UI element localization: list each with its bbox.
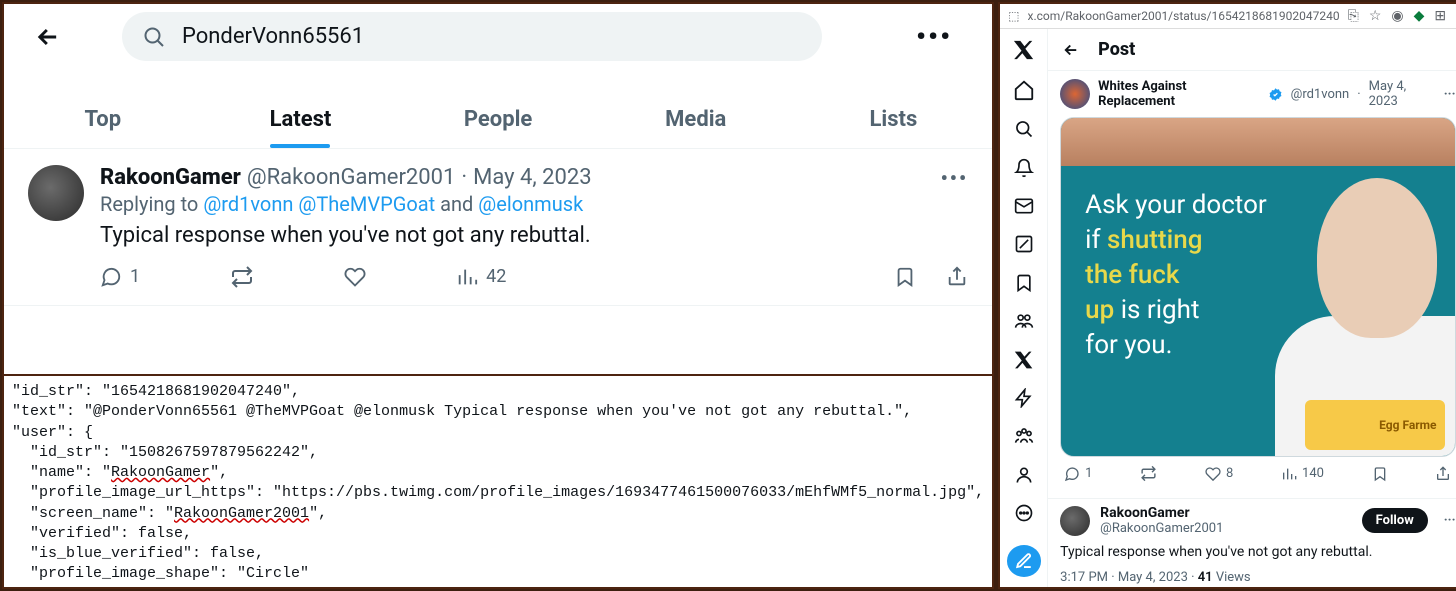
grok-icon[interactable] (1013, 234, 1035, 254)
retweet-button[interactable] (230, 265, 254, 289)
reply-button[interactable]: 1 (100, 266, 140, 288)
views-button[interactable]: 42 (456, 266, 506, 288)
parent-share-button[interactable] (1435, 466, 1451, 482)
more-nav-icon[interactable] (1013, 503, 1035, 523)
post-back-arrow[interactable] (1062, 41, 1080, 59)
search-nav-icon[interactable] (1013, 119, 1035, 139)
install-icon[interactable]: ⎘ (1348, 8, 1359, 24)
json-code-block: "id_str": "1654218681902047240", "text":… (4, 374, 992, 587)
parent-reply-button[interactable]: 1 (1064, 466, 1092, 482)
parent-more-icon[interactable]: ··· (1444, 87, 1456, 102)
premium-icon[interactable] (1013, 349, 1035, 369)
tweet-text: Typical response when you've not got any… (100, 222, 968, 251)
browser-url-bar[interactable]: ⬚ x.com/RakoonGamer2001/status/165421868… (1000, 4, 1456, 29)
extension-icon[interactable]: ◆ (1414, 8, 1425, 24)
bell-icon[interactable] (1013, 157, 1035, 177)
reply-post: RakoonGamer @RakoonGamer2001 Follow ··· … (1048, 498, 1456, 587)
follow-button[interactable]: Follow (1362, 508, 1428, 533)
parent-post: Whites Against Replacement @rd1vonn · Ma… (1048, 71, 1456, 498)
reply-timestamp[interactable]: 3:17 PM · May 4, 2023 · 41 Views (1060, 570, 1455, 585)
parent-date[interactable]: May 4, 2023 (1369, 79, 1436, 109)
share-button[interactable] (946, 266, 968, 288)
search-query: PonderVonn65561 (182, 24, 364, 49)
reply-text: Typical response when you've not got any… (1060, 544, 1455, 560)
tweet-author-name[interactable]: RakoonGamer (100, 165, 241, 190)
tab-people[interactable]: People (399, 91, 597, 148)
tweet-result[interactable]: RakoonGamer @RakoonGamer2001 · May 4, 20… (4, 149, 992, 306)
puzzle-icon[interactable]: ⊞ (1434, 8, 1446, 24)
tab-media[interactable]: Media (597, 91, 795, 148)
tab-lists[interactable]: Lists (795, 91, 993, 148)
communities-icon[interactable] (1013, 311, 1035, 331)
more-icon[interactable]: ••• (916, 20, 952, 53)
camera-icon[interactable]: ◉ (1391, 8, 1403, 24)
url-text: x.com/RakoonGamer2001/status/16542186819… (1028, 9, 1340, 23)
separator-dot: · (461, 165, 467, 190)
mention-link[interactable]: @elonmusk (478, 192, 583, 216)
mention-link[interactable]: @rd1vonn @TheMVPGoat (203, 192, 435, 216)
tweet-author-handle[interactable]: @RakoonGamer2001 (247, 165, 456, 190)
home-icon[interactable] (1013, 79, 1035, 101)
like-button[interactable] (344, 266, 366, 288)
search-tabs: Top Latest People Media Lists (4, 91, 992, 149)
x-logo-icon[interactable] (1013, 39, 1035, 61)
page-title: Post (1098, 39, 1135, 60)
profile-icon[interactable] (1013, 465, 1035, 485)
image-brand-label: Egg Farme (1305, 400, 1445, 450)
star-icon[interactable]: ☆ (1369, 8, 1382, 24)
parent-avatar[interactable] (1060, 79, 1090, 109)
compose-button[interactable] (1007, 545, 1041, 577)
reply-more-icon[interactable]: ··· (1444, 513, 1456, 528)
parent-retweet-button[interactable] (1140, 465, 1157, 482)
search-icon (142, 25, 166, 49)
parent-like-button[interactable]: 8 (1205, 466, 1233, 482)
bookmark-nav-icon[interactable] (1013, 273, 1035, 293)
bolt-icon[interactable] (1013, 388, 1035, 408)
parent-handle[interactable]: @rd1vonn (1291, 87, 1350, 102)
tab-latest[interactable]: Latest (202, 91, 400, 148)
tab-top[interactable]: Top (4, 91, 202, 148)
parent-views-button[interactable]: 140 (1281, 466, 1324, 482)
reply-avatar[interactable] (1060, 506, 1090, 536)
parent-author-name[interactable]: Whites Against Replacement (1098, 79, 1259, 109)
back-arrow[interactable] (34, 23, 62, 51)
orgs-icon[interactable] (1013, 426, 1035, 446)
nav-sidebar (1000, 29, 1048, 587)
site-settings-icon[interactable]: ⬚ (1008, 9, 1019, 23)
mail-icon[interactable] (1013, 196, 1035, 216)
post-image[interactable]: Ask your doctor if shutting the fuck up … (1060, 117, 1455, 457)
reply-author-handle[interactable]: @RakoonGamer2001 (1100, 521, 1223, 536)
reply-context: Replying to @rd1vonn @TheMVPGoat and @el… (100, 192, 968, 216)
tweet-date[interactable]: May 4, 2023 (473, 165, 592, 190)
tweet-more-icon[interactable]: ••• (941, 166, 969, 190)
reply-author-name[interactable]: RakoonGamer (1100, 505, 1223, 521)
verified-badge-icon (1268, 87, 1283, 102)
parent-bookmark-button[interactable] (1372, 466, 1388, 482)
avatar[interactable] (28, 165, 84, 221)
bookmark-button[interactable] (894, 266, 916, 288)
image-caption: Ask your doctor if shutting the fuck up … (1085, 188, 1267, 363)
search-box[interactable]: PonderVonn65561 (122, 12, 822, 61)
